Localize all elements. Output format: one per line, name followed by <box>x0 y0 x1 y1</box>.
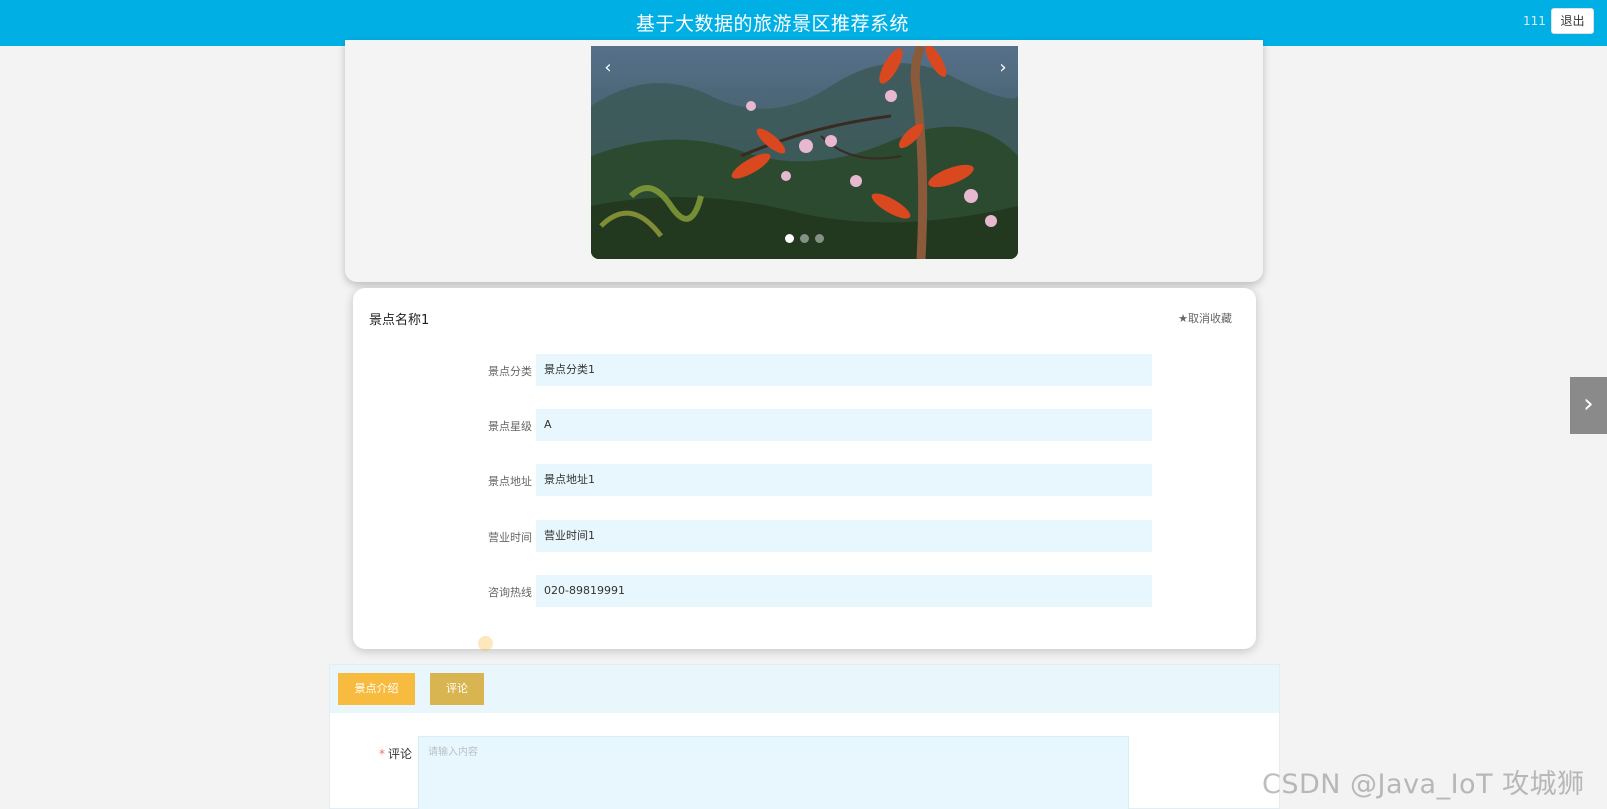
comment-label-text: 评论 <box>388 747 413 761</box>
field-value: A <box>536 409 1152 441</box>
field-label: 景点星级 <box>488 420 532 433</box>
username: 111 <box>1523 14 1546 28</box>
tabs-panel: 景点介绍 评论 * 评论 <box>329 664 1280 809</box>
carousel-prev-button[interactable]: ‹ <box>596 56 620 80</box>
mouse-cursor-highlight <box>478 636 493 651</box>
carousel-dot[interactable] <box>785 234 794 243</box>
field-value: 营业时间1 <box>536 520 1152 552</box>
field-row-address: 景点地址 景点地址1 <box>353 464 1256 496</box>
field-label: 咨询热线 <box>488 586 532 599</box>
scenic-photo <box>591 46 1018 259</box>
field-label: 景点分类 <box>488 365 532 378</box>
carousel-dot[interactable] <box>815 234 824 243</box>
tab-comments[interactable]: 评论 <box>430 673 484 705</box>
carousel-next-button[interactable]: › <box>991 56 1015 80</box>
attraction-name: 景点名称1 <box>369 313 430 328</box>
comment-label: * 评论 <box>379 745 412 762</box>
logout-button[interactable]: 退出 <box>1551 8 1594 34</box>
field-label: 景点地址 <box>488 475 532 488</box>
watermark: CSDN @Java_IoT 攻城狮 <box>1262 769 1585 800</box>
required-mark: * <box>379 747 385 761</box>
carousel-dot[interactable] <box>800 234 809 243</box>
tab-introduction[interactable]: 景点介绍 <box>338 673 415 705</box>
field-row-category: 景点分类 景点分类1 <box>353 354 1256 386</box>
field-label: 营业时间 <box>488 531 532 544</box>
unfavorite-button[interactable]: ★取消收藏 <box>1178 310 1232 326</box>
page-title: 基于大数据的旅游景区推荐系统 <box>636 13 910 35</box>
field-row-hours: 营业时间 营业时间1 <box>353 520 1256 552</box>
field-value: 景点地址1 <box>536 464 1152 496</box>
image-carousel[interactable]: ‹ › <box>591 46 1018 259</box>
field-value: 景点分类1 <box>536 354 1152 386</box>
tab-bar: 景点介绍 评论 <box>330 665 1279 713</box>
carousel-indicators <box>591 234 1018 243</box>
field-row-hotline: 咨询热线 020-89819991 <box>353 575 1256 607</box>
side-next-button[interactable]: › <box>1570 377 1607 434</box>
field-row-rating: 景点星级 A <box>353 409 1256 441</box>
attraction-detail-card: 景点名称1 ★取消收藏 景点分类 景点分类1 景点星级 A 景点地址 景点地址1… <box>353 288 1256 649</box>
field-value: 020-89819991 <box>536 575 1152 607</box>
comment-input[interactable] <box>418 736 1129 809</box>
